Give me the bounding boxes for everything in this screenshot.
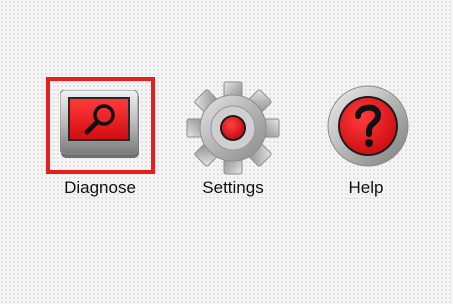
menu-item-label: Diagnose	[64, 178, 136, 197]
menu-item-help[interactable]: Help	[318, 80, 414, 200]
magnifier-icon	[60, 90, 140, 160]
question-mark-icon	[326, 84, 410, 168]
gear-icon	[185, 80, 281, 176]
menu-item-diagnose[interactable]: Diagnose	[46, 77, 155, 197]
menu-item-settings[interactable]: Settings	[180, 80, 286, 200]
main-menu: Diagnose Settings Help	[0, 0, 453, 304]
menu-item-label: Settings	[202, 178, 264, 197]
menu-item-label: Help	[348, 178, 384, 197]
